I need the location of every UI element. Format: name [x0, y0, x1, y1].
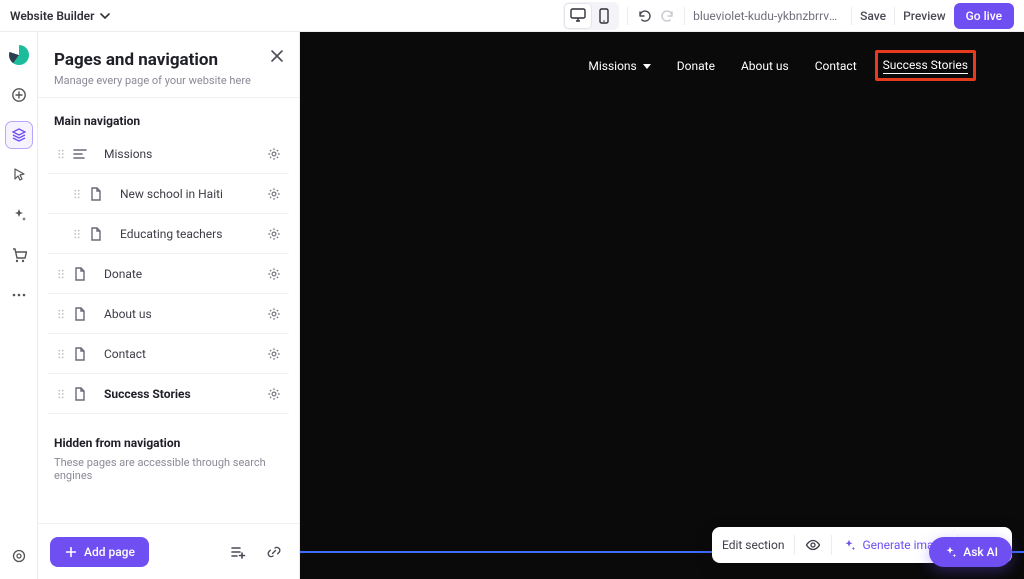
drag-handle-icon[interactable] [54, 387, 68, 401]
nav-item-settings-button[interactable] [263, 187, 285, 201]
drag-handle-icon[interactable] [54, 347, 68, 361]
page-icon [68, 266, 92, 282]
rail-more-icon[interactable] [6, 282, 32, 308]
app-switcher-chevron-icon[interactable] [100, 13, 110, 19]
nav-item-label: Missions [92, 147, 263, 161]
device-desktop-button[interactable] [565, 4, 591, 28]
site-nav-label: About us [741, 59, 789, 73]
editor-canvas[interactable]: Missions Donate About us Contact Success Sto… [300, 32, 1024, 579]
nav-item-label: Educating teachers [108, 227, 263, 241]
site-nav-item[interactable]: About us [741, 59, 789, 73]
hidden-navigation-hint: These pages are accessible through searc… [54, 456, 283, 482]
site-nav-item[interactable]: Missions [588, 59, 650, 73]
site-nav-item[interactable]: Success Stories [883, 58, 968, 74]
nav-item[interactable]: Contact [48, 334, 289, 374]
visibility-button[interactable] [805, 537, 821, 553]
drag-handle-icon[interactable] [54, 147, 68, 161]
nav-item-label: Donate [92, 267, 263, 281]
rail-pointer-icon[interactable] [6, 162, 32, 188]
undo-button[interactable] [636, 8, 652, 24]
nav-list: Missions New school in Haiti Educating tea… [48, 134, 289, 414]
nav-item[interactable]: Educating teachers [48, 214, 289, 254]
topbar: Website Builder blueviolet-kudu-ykbnzbrr… [0, 0, 1024, 32]
page-icon [68, 346, 92, 362]
link-icon[interactable] [261, 539, 287, 565]
page-icon [84, 186, 108, 202]
menu-icon [68, 146, 92, 162]
rail-ai-icon[interactable] [6, 202, 32, 228]
pages-panel: Pages and navigation Manage every page o… [38, 32, 300, 579]
site-nav-item[interactable]: Contact [815, 59, 857, 73]
rail-store-icon[interactable] [6, 242, 32, 268]
drag-handle-icon[interactable] [70, 227, 84, 241]
nav-item-label: Success Stories [92, 387, 263, 401]
nav-item-settings-button[interactable] [263, 267, 285, 281]
nav-item-label: Contact [92, 347, 263, 361]
rail-pages-icon[interactable] [6, 122, 32, 148]
separator [627, 7, 628, 25]
drag-handle-icon[interactable] [54, 307, 68, 321]
add-to-nav-icon[interactable] [225, 539, 251, 565]
add-page-button[interactable]: Add page [50, 537, 149, 567]
rail-logo[interactable] [6, 42, 32, 68]
separator [894, 7, 895, 25]
site-nav-label: Donate [677, 59, 715, 73]
separator [684, 7, 685, 25]
app-name: Website Builder [10, 9, 94, 23]
hidden-navigation-label: Hidden from navigation [54, 436, 283, 450]
site-nav-label: Contact [815, 59, 857, 73]
page-icon [68, 386, 92, 402]
page-icon [84, 226, 108, 242]
save-button[interactable]: Save [860, 9, 886, 23]
rail-settings-icon[interactable] [6, 543, 32, 569]
nav-item-settings-button[interactable] [263, 387, 285, 401]
ask-ai-label: Ask AI [963, 545, 998, 559]
drag-handle-icon[interactable] [70, 187, 84, 201]
nav-item-settings-button[interactable] [263, 347, 285, 361]
redo-button [660, 8, 676, 24]
nav-item[interactable]: Donate [48, 254, 289, 294]
nav-item-label: About us [92, 307, 263, 321]
nav-item[interactable]: About us [48, 294, 289, 334]
site-nav-label: Missions [588, 59, 636, 73]
page-icon [68, 306, 92, 322]
preview-button[interactable]: Preview [903, 9, 946, 23]
site-nav: Missions Donate About us Contact Success Sto… [588, 58, 968, 74]
separator [851, 7, 852, 25]
site-nav-label: Success Stories [883, 58, 968, 74]
device-toggle [563, 2, 619, 30]
tool-rail [0, 32, 38, 579]
drag-handle-icon[interactable] [54, 267, 68, 281]
nav-item[interactable]: Missions [48, 134, 289, 174]
nav-item-settings-button[interactable] [263, 307, 285, 321]
nav-item[interactable]: New school in Haiti [48, 174, 289, 214]
go-live-button[interactable]: Go live [954, 3, 1014, 29]
close-panel-button[interactable] [269, 48, 285, 64]
main-navigation-label: Main navigation [54, 114, 283, 128]
panel-title: Pages and navigation [54, 50, 283, 70]
nav-item-label: New school in Haiti [108, 187, 263, 201]
nav-item-settings-button[interactable] [263, 227, 285, 241]
dropdown-caret-icon [643, 64, 651, 69]
nav-item-settings-button[interactable] [263, 147, 285, 161]
nav-item[interactable]: Success Stories [48, 374, 289, 414]
edit-section-button[interactable]: Edit section [722, 538, 784, 552]
rail-add-icon[interactable] [6, 82, 32, 108]
ask-ai-button[interactable]: Ask AI [929, 537, 1012, 567]
site-id: blueviolet-kudu-ykbnzbrrv4s... [693, 9, 843, 23]
panel-subtitle: Manage every page of your website here [54, 74, 283, 87]
device-mobile-button[interactable] [591, 4, 617, 28]
site-nav-item[interactable]: Donate [677, 59, 715, 73]
add-page-label: Add page [84, 545, 135, 559]
